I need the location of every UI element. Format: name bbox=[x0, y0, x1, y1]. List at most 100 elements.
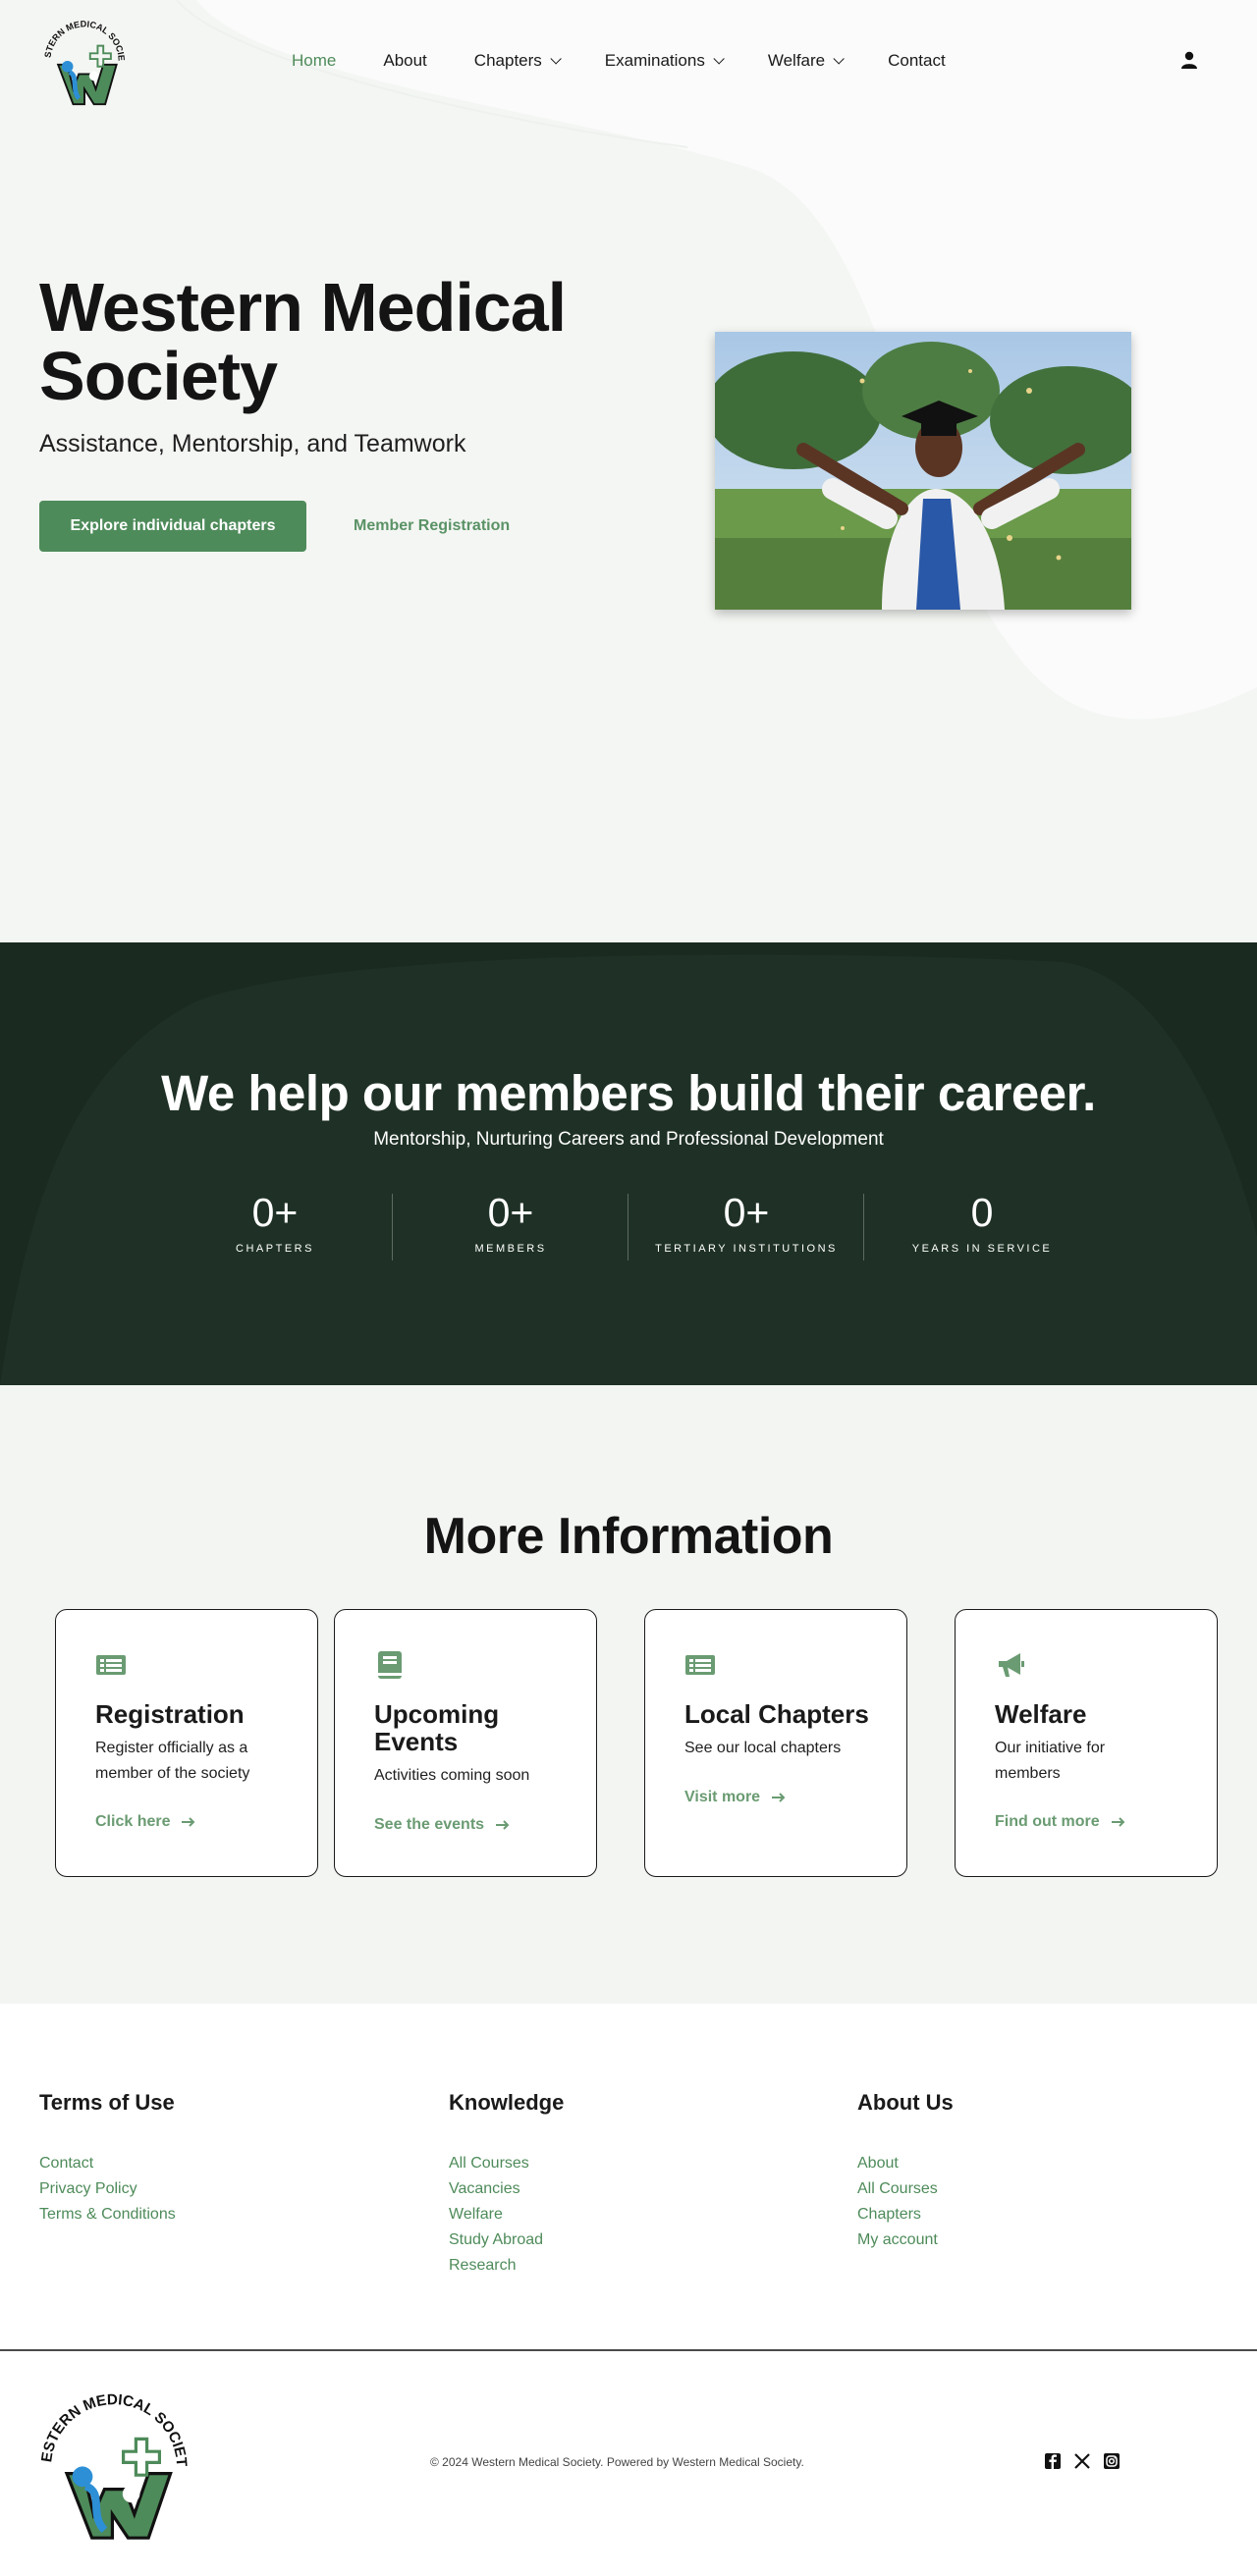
footer-column-about-us: About Us About All Courses Chapters My a… bbox=[857, 2090, 1230, 2253]
nav-home[interactable]: Home bbox=[292, 49, 336, 73]
footer-link-welfare[interactable]: Welfare bbox=[449, 2202, 822, 2227]
stat-label: MEMBERS bbox=[474, 1243, 547, 1255]
stats-heading: We help our members build their career. bbox=[161, 1065, 1096, 1121]
copyright-text: © 2024 Western Medical Society. Powered … bbox=[430, 2455, 804, 2469]
stat-value: 0+ bbox=[251, 1190, 299, 1235]
hero-subtitle: Assistance, Mentorship, and Teamwork bbox=[39, 430, 466, 457]
card-link-label: Visit more bbox=[684, 1789, 761, 1805]
stat-label: CHAPTERS bbox=[236, 1243, 314, 1255]
registration-click-here-link[interactable]: Click here bbox=[95, 1813, 195, 1831]
nav-home-label: Home bbox=[292, 51, 337, 70]
card-link-label: See the events bbox=[374, 1816, 485, 1833]
hero-section: WESTERN MEDICAL SOCIETY Home About Chapt… bbox=[0, 0, 1257, 942]
hero-title: Western Medical Society bbox=[39, 269, 567, 414]
stat-label: TERTIARY INSTITUTIONS bbox=[655, 1243, 838, 1255]
nav-about-label: About bbox=[383, 51, 427, 70]
local-chapters-card: Local Chapters See our local chapters Vi… bbox=[644, 1609, 907, 1877]
nav-chapters[interactable]: Chapters bbox=[473, 49, 562, 73]
footer-link-privacy-policy[interactable]: Privacy Policy bbox=[39, 2176, 412, 2202]
footer-link-chapters[interactable]: Chapters bbox=[857, 2202, 1230, 2227]
chevron-down-icon bbox=[550, 53, 562, 65]
footer-column-terms: Terms of Use Contact Privacy Policy Term… bbox=[39, 2090, 412, 2227]
user-icon[interactable] bbox=[1179, 50, 1199, 70]
stat-members: 0+ MEMBERS bbox=[393, 1188, 628, 1255]
more-information-heading: More Information bbox=[423, 1508, 834, 1565]
footer-column-title: Terms of Use bbox=[39, 2090, 175, 2115]
footer-link-about[interactable]: About bbox=[857, 2151, 1230, 2176]
site-footer: Terms of Use Contact Privacy Policy Term… bbox=[0, 2004, 1257, 2576]
footer-links: Contact Privacy Policy Terms & Condition… bbox=[39, 2151, 412, 2227]
logo[interactable]: WESTERN MEDICAL SOCIETY bbox=[37, 14, 132, 108]
list-alt-icon bbox=[96, 1655, 126, 1675]
footer-logo[interactable]: WESTERN MEDICAL SOCIETY bbox=[35, 2386, 192, 2543]
card-description: Register officially as a member of the s… bbox=[95, 1740, 250, 1782]
card-description: See our local chapters bbox=[684, 1740, 842, 1756]
arrow-right-icon bbox=[1111, 1817, 1125, 1827]
x-icon[interactable] bbox=[1073, 2452, 1091, 2470]
nav-contact[interactable]: Contact bbox=[888, 49, 946, 73]
chevron-down-icon bbox=[833, 53, 845, 65]
footer-link-my-account[interactable]: My account bbox=[857, 2227, 1230, 2253]
footer-divider bbox=[0, 2349, 1257, 2351]
card-description: Our initiative for members bbox=[995, 1740, 1106, 1782]
social-links bbox=[1044, 2452, 1132, 2470]
card-title: Upcoming Events bbox=[374, 1699, 500, 1756]
megaphone-icon bbox=[999, 1653, 1024, 1677]
arrow-right-icon bbox=[182, 1817, 195, 1827]
stat-institutions: 0+ TERTIARY INSTITUTIONS bbox=[628, 1188, 864, 1255]
card-title: Local Chapters bbox=[684, 1699, 869, 1729]
arrow-right-icon bbox=[772, 1793, 786, 1802]
find-out-more-link[interactable]: Find out more bbox=[995, 1813, 1125, 1831]
stat-value: 0 bbox=[970, 1190, 994, 1235]
main-nav: Home About Chapters Examinations Welfare… bbox=[292, 49, 993, 73]
nav-welfare-label: Welfare bbox=[767, 51, 826, 70]
list-alt-icon bbox=[685, 1655, 715, 1675]
arrow-right-icon bbox=[496, 1820, 510, 1830]
footer-link-all-courses[interactable]: All Courses bbox=[449, 2151, 822, 2176]
card-link-label: Click here bbox=[95, 1813, 171, 1830]
explore-chapters-button[interactable]: Explore individual chapters bbox=[39, 501, 306, 552]
stat-value: 0+ bbox=[487, 1190, 534, 1235]
footer-column-knowledge: Knowledge All Courses Vacancies Welfare … bbox=[449, 2090, 822, 2279]
career-stats-section: We help our members build their career. … bbox=[0, 942, 1257, 1385]
footer-links: All Courses Vacancies Welfare Study Abro… bbox=[449, 2151, 822, 2279]
card-title: Registration bbox=[95, 1699, 245, 1729]
nav-examinations-label: Examinations bbox=[604, 51, 705, 70]
see-the-events-link[interactable]: See the events bbox=[374, 1816, 510, 1834]
footer-link-study-abroad[interactable]: Study Abroad bbox=[449, 2227, 822, 2253]
visit-more-link[interactable]: Visit more bbox=[684, 1789, 786, 1806]
stats-background-shape bbox=[0, 954, 1257, 1385]
footer-column-title: Knowledge bbox=[449, 2090, 565, 2115]
nav-contact-label: Contact bbox=[888, 51, 946, 70]
instagram-icon[interactable] bbox=[1103, 2452, 1120, 2470]
welfare-card: Welfare Our initiative for members Find … bbox=[955, 1609, 1218, 1877]
card-link-label: Find out more bbox=[995, 1813, 1100, 1830]
footer-column-title: About Us bbox=[857, 2090, 954, 2115]
stat-chapters: 0+ CHAPTERS bbox=[157, 1188, 393, 1255]
card-description: Activities coming soon bbox=[374, 1767, 530, 1784]
footer-link-terms-conditions[interactable]: Terms & Conditions bbox=[39, 2202, 412, 2227]
footer-link-research[interactable]: Research bbox=[449, 2253, 822, 2279]
more-information-section: More Information Registration Register o… bbox=[0, 1385, 1257, 2004]
footer-link-all-courses[interactable]: All Courses bbox=[857, 2176, 1230, 2202]
card-title: Welfare bbox=[995, 1699, 1087, 1729]
facebook-icon[interactable] bbox=[1044, 2452, 1062, 2470]
chevron-down-icon bbox=[713, 53, 725, 65]
upcoming-events-card: Upcoming Events Activities coming soon S… bbox=[334, 1609, 597, 1877]
member-registration-button[interactable]: Member Registration bbox=[354, 501, 510, 552]
hero-graduate-photo bbox=[715, 332, 1131, 610]
book-icon bbox=[378, 1651, 402, 1679]
stat-value: 0+ bbox=[723, 1190, 770, 1235]
graduate-image bbox=[715, 332, 1131, 610]
nav-examinations[interactable]: Examinations bbox=[604, 49, 725, 73]
nav-welfare[interactable]: Welfare bbox=[767, 49, 845, 73]
footer-link-vacancies[interactable]: Vacancies bbox=[449, 2176, 822, 2202]
nav-about[interactable]: About bbox=[383, 49, 426, 73]
stat-years: 0 YEARS IN SERVICE bbox=[864, 1188, 1100, 1255]
registration-card: Registration Register officially as a me… bbox=[55, 1609, 318, 1877]
svg-text:WESTERN MEDICAL SOCIETY: WESTERN MEDICAL SOCIETY bbox=[35, 2386, 190, 2468]
nav-chapters-label: Chapters bbox=[473, 51, 542, 70]
footer-link-contact[interactable]: Contact bbox=[39, 2151, 412, 2176]
site-header: WESTERN MEDICAL SOCIETY Home About Chapt… bbox=[0, 0, 1257, 122]
svg-text:WESTERN MEDICAL SOCIETY: WESTERN MEDICAL SOCIETY bbox=[37, 14, 127, 61]
